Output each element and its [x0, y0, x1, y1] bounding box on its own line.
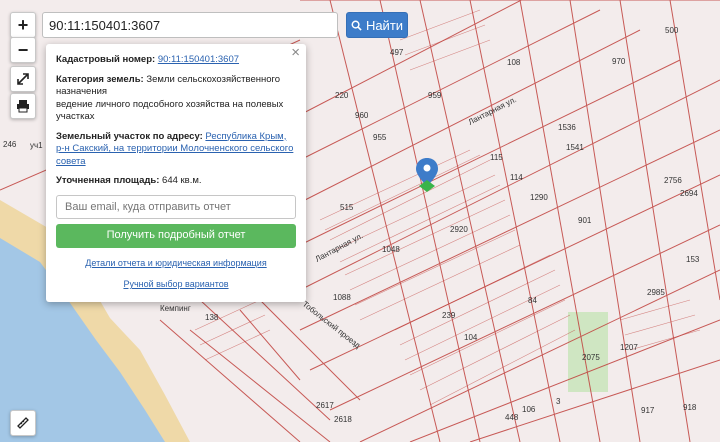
parcel-label: 2075 — [582, 353, 600, 362]
parcel-label: 84 — [528, 296, 537, 305]
parcel-label: 497 — [390, 48, 404, 57]
parcel-label: 970 — [612, 57, 626, 66]
parcel-label: 2694 — [680, 189, 698, 198]
cadastral-search-input[interactable] — [42, 12, 338, 38]
parcel-label: 104 — [464, 333, 478, 342]
parcel-info-popup: × Кадастровый номер: 90:11:150401:3607 К… — [46, 44, 306, 302]
zoom-out-button[interactable]: − — [10, 37, 36, 63]
cadastral-label: Кадастровый номер: — [56, 54, 156, 65]
use-value: ведение личного подсобного хозяйства на … — [56, 98, 284, 123]
category-row: Категория земель: Земли сельскохозяйстве… — [56, 74, 296, 124]
area-value: 644 кв.м. — [162, 175, 202, 186]
search-icon — [351, 20, 362, 31]
parcel-label: 2985 — [647, 288, 665, 297]
parcel-label: 960 — [355, 111, 369, 120]
area-row: Уточненная площадь: 644 кв.м. — [56, 175, 296, 188]
parcel-label: 959 — [428, 91, 442, 100]
area-label: Уточненная площадь: — [56, 175, 160, 186]
cadastral-row: Кадастровый номер: 90:11:150401:3607 — [56, 54, 296, 67]
parcel-label: 138 — [205, 313, 219, 322]
parcel-label: 917 — [641, 406, 655, 415]
parcel-label: 2756 — [664, 176, 682, 185]
parcel-label: 2618 — [334, 415, 352, 424]
details-link[interactable]: Детали отчета и юридическая информация — [85, 258, 266, 268]
category-label: Категория земель: — [56, 73, 144, 85]
close-icon[interactable]: × — [291, 45, 300, 59]
parcel-label: 1207 — [620, 343, 638, 352]
parcel-label: 1048 — [382, 245, 400, 254]
manual-select-link[interactable]: Ручной выбор вариантов — [123, 279, 228, 289]
parcel-label: 955 — [373, 133, 387, 142]
parcel-label: 2920 — [450, 225, 468, 234]
address-row: Земельный участок по адресу: Республика … — [56, 131, 296, 169]
parcel-label: 220 — [335, 91, 349, 100]
parcel-label: 1541 — [566, 143, 584, 152]
ruler-icon[interactable] — [10, 410, 36, 436]
parcel-label: 114 — [510, 173, 523, 182]
parcel-label: 1290 — [530, 193, 548, 202]
parcel-label: 239 — [442, 311, 456, 320]
print-icon[interactable] — [10, 93, 36, 119]
parcel-label: 515 — [340, 203, 354, 212]
parcel-label: 2617 — [316, 401, 334, 410]
parcel-label: 115 — [490, 153, 503, 162]
parcel-label: 448 — [505, 413, 519, 422]
parcel-label: 106 — [522, 405, 536, 414]
parcel-label: 500 — [665, 26, 679, 35]
search-button[interactable]: Найти — [346, 12, 408, 38]
expand-icon[interactable] — [10, 66, 36, 92]
cadastral-link[interactable]: 90:11:150401:3607 — [158, 54, 239, 65]
place-label: Кемпинг — [160, 304, 191, 313]
parcel-label: 1536 — [558, 123, 576, 132]
get-report-button[interactable]: Получить подробный отчет — [56, 223, 296, 248]
parcel-label: 153 — [686, 255, 700, 264]
parcel-label: 918 — [683, 403, 697, 412]
email-field[interactable] — [56, 194, 296, 219]
parcel-label: 3 — [556, 397, 561, 406]
edge-label: 246 — [3, 140, 17, 149]
parcel-label: 1088 — [333, 293, 351, 302]
parcel-label: 901 — [578, 216, 592, 225]
parcel-label: 108 — [507, 58, 521, 67]
search-button-label: Найти — [365, 17, 404, 33]
zoom-in-button[interactable]: + — [10, 12, 36, 38]
address-label: Земельный участок по адресу: — [56, 130, 203, 142]
edge-label: уч1 — [30, 141, 43, 150]
